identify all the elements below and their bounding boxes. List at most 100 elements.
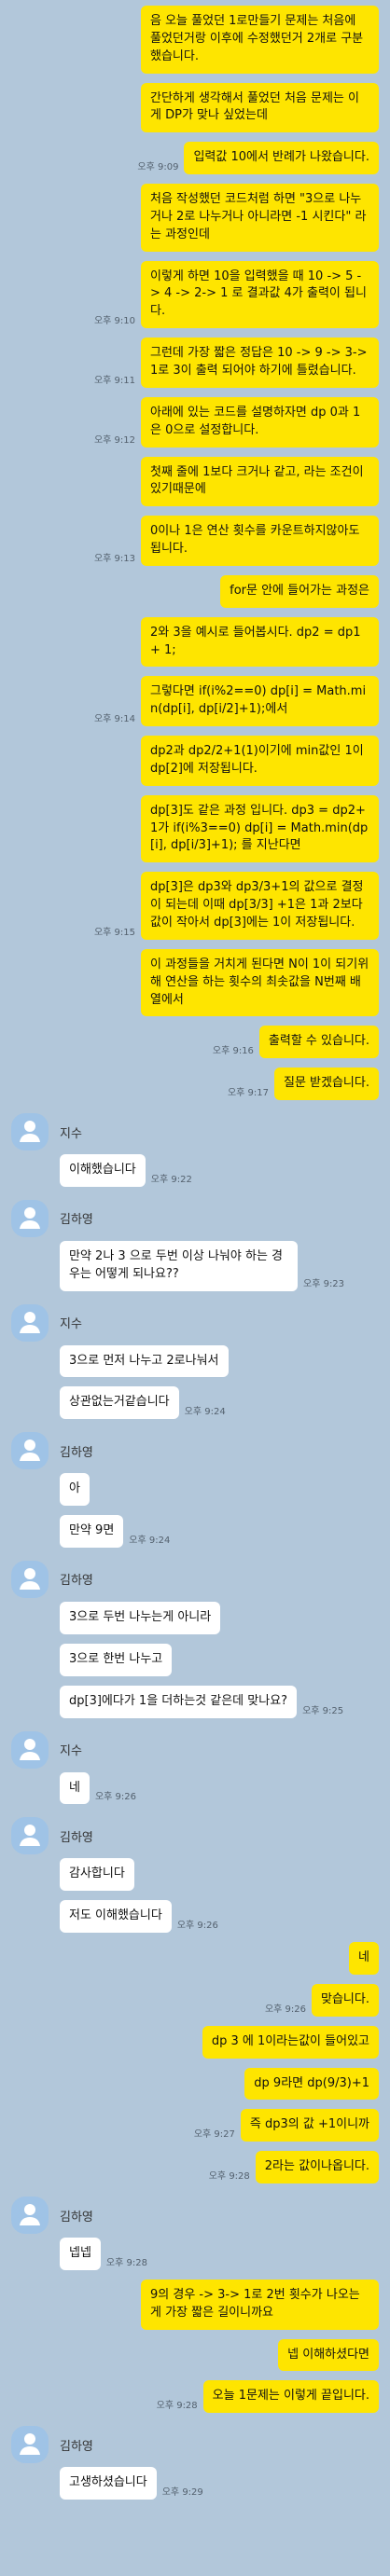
- message-bubble[interactable]: 상관없는거같습니다: [60, 1386, 179, 1420]
- sent-message: 네: [0, 1942, 390, 1975]
- author-name: 김하영: [60, 1445, 93, 1460]
- profile-icon: [17, 1821, 43, 1851]
- sent-message: 첫째 줄에 1보다 크거나 같고, 라는 조건이 있기때문에: [0, 456, 390, 507]
- sent-message: 이 과정들을 거치게 된다면 N이 1이 되기위해 연산을 하는 횟수의 최솟값…: [0, 948, 390, 1017]
- message-bubble[interactable]: 그렇다면 if(i%2==0) dp[i] = Math.min(dp[i], …: [141, 676, 379, 727]
- sent-message: dp 3 에 1이라는값이 들어있고: [0, 2025, 390, 2059]
- message-bubble[interactable]: 만약 9면: [60, 1515, 124, 1548]
- profile-icon: [17, 1735, 43, 1765]
- message-bubble[interactable]: dp2과 dp2/2+1(1)이기에 min값인 1이 dp[2]에 저장됩니다…: [141, 736, 379, 786]
- message-bubble[interactable]: 오늘 1문제는 이렇게 끝입니다.: [202, 2380, 379, 2414]
- avatar[interactable]: [11, 1560, 49, 1598]
- profile-icon: [17, 1436, 43, 1466]
- sent-message: 오후 9:13 0이나 1은 연산 횟수를 카운트하지않아도 됩니다.: [0, 516, 390, 566]
- sent-message: 오후 9:14 그렇다면 if(i%2==0) dp[i] = Math.min(…: [0, 676, 390, 727]
- received-message: 이해했습니다오후 9:22: [0, 1154, 390, 1187]
- message-bubble[interactable]: 3으로 한번 나누고: [60, 1643, 173, 1676]
- message-author: 김하영: [0, 1817, 390, 1855]
- sent-message: 오후 9:26 맞습니다.: [0, 1983, 390, 2017]
- sent-message: 2와 3을 예시로 들어봅시다. dp2 = dp1 + 1;: [0, 616, 390, 668]
- message-bubble[interactable]: 감사합니다: [60, 1858, 134, 1892]
- received-message: 3으로 먼저 나누고 2로나눠서: [0, 1344, 390, 1378]
- message-bubble[interactable]: 맞습니다.: [312, 1983, 379, 2017]
- author-name: 지수: [60, 1126, 82, 1141]
- message-bubble[interactable]: 네: [349, 1942, 379, 1975]
- message-author: 김하영: [0, 1560, 390, 1598]
- message-time: 오후 9:23: [303, 1278, 345, 1289]
- message-bubble[interactable]: 넵 이해하셨다면: [278, 2338, 379, 2372]
- chat-log: 음 오늘 풀었던 1로만들기 문제는 처음에 풀었던거랑 이후에 수정했던거 2…: [0, 0, 390, 2528]
- avatar[interactable]: [11, 1432, 49, 1470]
- message-bubble[interactable]: 이 과정들을 거치게 된다면 N이 1이 되기위해 연산을 하는 횟수의 최솟값…: [141, 948, 379, 1017]
- message-time: 오후 9:24: [184, 1407, 226, 1418]
- message-bubble[interactable]: 이해했습니다: [60, 1154, 146, 1187]
- message-bubble[interactable]: dp[3]은 dp3와 dp3/3+1의 값으로 결정이 되는데 이때 dp[3…: [141, 872, 379, 940]
- avatar[interactable]: [11, 2197, 49, 2235]
- message-bubble[interactable]: 첫째 줄에 1보다 크거나 같고, 라는 조건이 있기때문에: [141, 456, 379, 507]
- sent-message: 오후 9:12 아래에 있는 코드를 설명하자면 dp 0과 1은 0으로 설정합…: [0, 396, 390, 448]
- message-bubble[interactable]: 아래에 있는 코드를 설명하자면 dp 0과 1은 0으로 설정합니다.: [141, 396, 379, 448]
- message-bubble[interactable]: 3으로 먼저 나누고 2로나눠서: [60, 1344, 229, 1378]
- message-bubble[interactable]: dp[3]도 같은 과정 입니다. dp3 = dp2+1가 if(i%3==0…: [141, 794, 379, 863]
- message-bubble[interactable]: 0이나 1은 연산 횟수를 카운트하지않아도 됩니다.: [141, 516, 379, 566]
- message-bubble[interactable]: 넵넵: [60, 2238, 101, 2270]
- profile-icon: [17, 1117, 43, 1147]
- sent-message: 오후 9:11 그런데 가장 짧은 정답은 10 -> 9 -> 3-> 1로 3…: [0, 337, 390, 388]
- message-time: 오후 9:25: [302, 1705, 344, 1716]
- author-name: 김하영: [60, 2439, 93, 2454]
- profile-icon: [17, 1308, 43, 1338]
- message-bubble[interactable]: 만약 2나 3 으로 두번 이상 나눠야 하는 경우는 어떻게 되나요??: [60, 1240, 298, 1291]
- message-time: 오후 9:28: [156, 2401, 198, 2412]
- message-time: 오후 9:13: [93, 553, 135, 564]
- message-bubble[interactable]: 처음 작성했던 코드처럼 하면 "3으로 나누거나 2로 나누거나 아니라면 -…: [141, 184, 379, 252]
- received-message: 만약 2나 3 으로 두번 이상 나눠야 하는 경우는 어떻게 되나요?? 오후 …: [0, 1240, 390, 1291]
- message-time: 오후 9:14: [93, 714, 135, 725]
- avatar[interactable]: [11, 1730, 49, 1769]
- message-time: 오후 9:24: [129, 1535, 171, 1546]
- message-bubble[interactable]: 간단하게 생각해서 풀었던 처음 문제는 이게 DP가 맞나 싶었는데: [141, 82, 379, 133]
- message-bubble[interactable]: for문 안에 들어가는 과정은: [220, 574, 379, 608]
- received-message: dp[3]에다가 1을 더하는것 같은데 맞나요? 오후 9:25: [0, 1685, 390, 1718]
- sent-message: 간단하게 생각해서 풀었던 처음 문제는 이게 DP가 맞나 싶었는데: [0, 82, 390, 133]
- avatar[interactable]: [11, 1303, 49, 1342]
- message-time: 오후 9:22: [150, 1174, 192, 1185]
- avatar[interactable]: [11, 1113, 49, 1151]
- message-time: 오후 9:28: [105, 2257, 147, 2268]
- sent-message: 넵 이해하셨다면: [0, 2338, 390, 2372]
- sent-message: 오후 9:17 질문 받겠습니다.: [0, 1068, 390, 1101]
- message-bubble[interactable]: 고생하셨습니다: [60, 2467, 157, 2500]
- message-bubble[interactable]: dp 3 에 1이라는값이 들어있고: [202, 2025, 379, 2059]
- sent-message: 음 오늘 풀었던 1로만들기 문제는 처음에 풀었던거랑 이후에 수정했던거 2…: [0, 6, 390, 74]
- message-bubble[interactable]: 그런데 가장 짧은 정답은 10 -> 9 -> 3-> 1로 3이 출력 되어…: [141, 337, 379, 388]
- sent-message: 9의 경우 -> 3-> 1로 2번 횟수가 나오는게 가장 짧은 길이니까요: [0, 2279, 390, 2330]
- message-bubble[interactable]: 입력값 10에서 반례가 나왔습니다.: [184, 142, 379, 175]
- message-bubble[interactable]: 3으로 두번 나누는게 아니라: [60, 1601, 221, 1634]
- received-message: 상관없는거같습니다오후 9:24: [0, 1386, 390, 1420]
- sent-message: 오후 9:16 출력할 수 있습니다.: [0, 1026, 390, 1059]
- message-time: 오후 9:15: [93, 927, 135, 938]
- author-name: 김하영: [60, 2210, 93, 2225]
- message-bubble[interactable]: 아: [60, 1473, 90, 1507]
- avatar[interactable]: [11, 1817, 49, 1855]
- message-bubble[interactable]: dp[3]에다가 1을 더하는것 같은데 맞나요?: [60, 1685, 298, 1718]
- message-bubble[interactable]: 질문 받겠습니다.: [274, 1068, 379, 1101]
- message-bubble[interactable]: 9의 경우 -> 3-> 1로 2번 횟수가 나오는게 가장 짧은 길이니까요: [141, 2279, 379, 2330]
- profile-icon: [17, 1564, 43, 1594]
- message-bubble[interactable]: 저도 이해했습니다: [60, 1900, 172, 1934]
- message-bubble[interactable]: 2라는 값이나옵니다.: [255, 2151, 379, 2184]
- avatar[interactable]: [11, 2426, 49, 2464]
- message-time: 오후 9:10: [93, 316, 135, 327]
- received-message: 고생하셨습니다 오후 9:29: [0, 2467, 390, 2500]
- message-bubble[interactable]: 2와 3을 예시로 들어봅시다. dp2 = dp1 + 1;: [141, 616, 379, 668]
- message-bubble[interactable]: 음 오늘 풀었던 1로만들기 문제는 처음에 풀었던거랑 이후에 수정했던거 2…: [141, 6, 379, 74]
- author-name: 지수: [60, 1744, 82, 1758]
- received-message: 만약 9면오후 9:24: [0, 1515, 390, 1548]
- message-bubble[interactable]: 네: [60, 1771, 90, 1805]
- avatar[interactable]: [11, 1199, 49, 1237]
- message-bubble[interactable]: dp 9라면 dp(9/3)+1: [244, 2067, 379, 2101]
- sent-message: dp2과 dp2/2+1(1)이기에 min값인 1이 dp[2]에 저장됩니다…: [0, 736, 390, 786]
- message-author: 김하영: [0, 2197, 390, 2235]
- message-bubble[interactable]: 출력할 수 있습니다.: [258, 1026, 379, 1059]
- message-bubble[interactable]: 즉 dp3의 값 +1이니까: [240, 2109, 379, 2142]
- message-bubble[interactable]: 이렇게 하면 10을 입력했을 때 10 -> 5 -> 4 -> 2-> 1 …: [141, 260, 379, 329]
